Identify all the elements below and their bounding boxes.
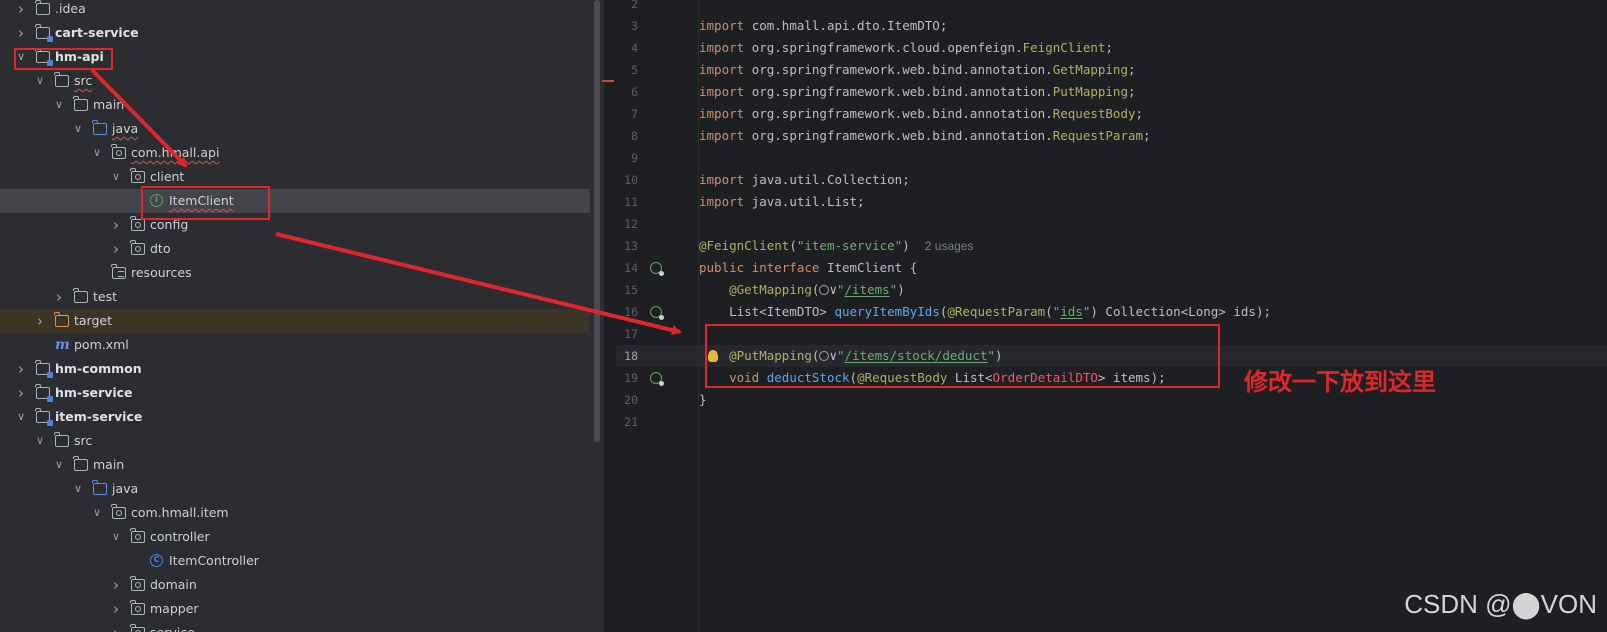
arrow-to-itemclient <box>90 68 188 168</box>
csdn-watermark: CSDN @⬤VON <box>1404 589 1597 619</box>
annotation-arrows <box>90 68 682 335</box>
annotation-note: 修改一下放到这里 <box>1244 368 1436 396</box>
arrow-to-code <box>275 232 682 335</box>
